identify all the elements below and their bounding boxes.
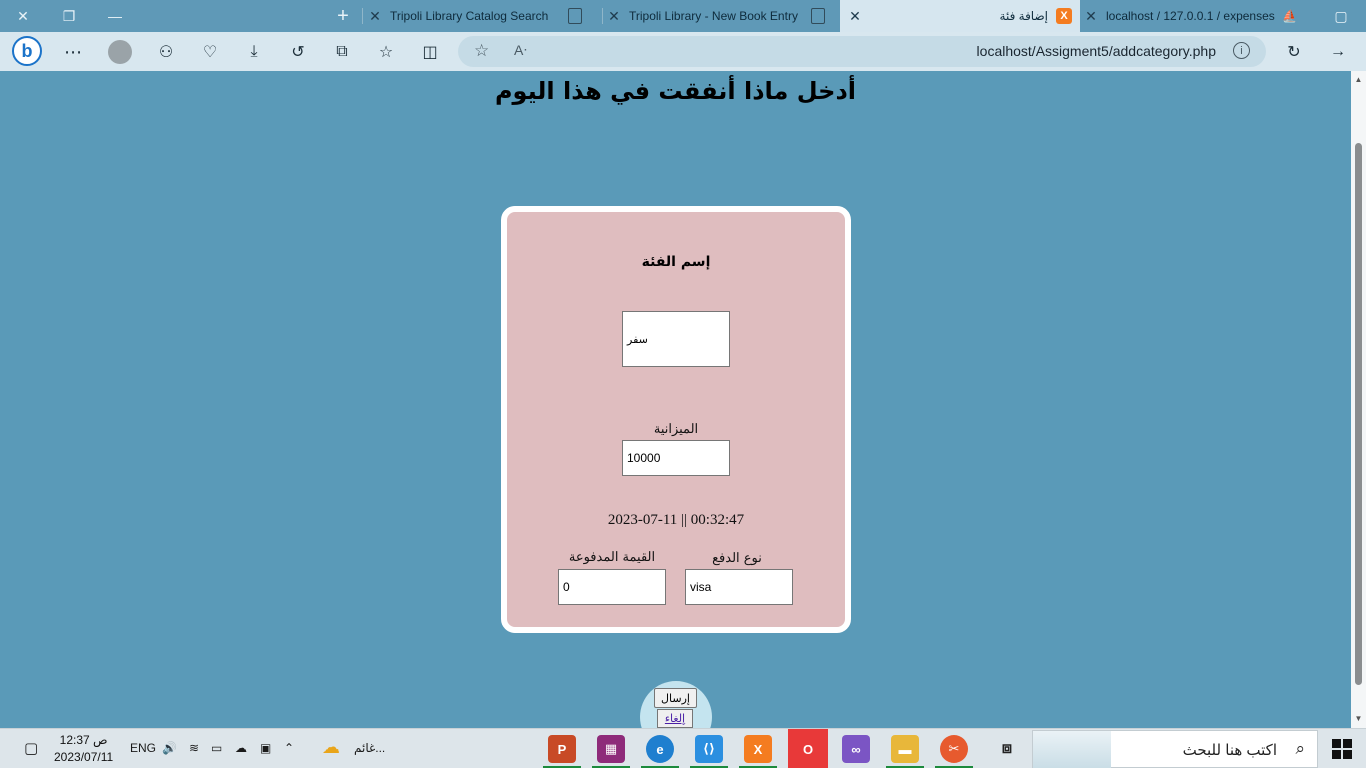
minimize-icon[interactable]: — (92, 0, 138, 32)
powerpoint-icon[interactable]: P (548, 735, 576, 763)
scroll-thumb[interactable] (1355, 143, 1362, 685)
submit-button[interactable]: إرسال (654, 688, 697, 708)
meet-now-icon[interactable]: ▣ (260, 741, 271, 755)
payment-type-input[interactable]: visa (685, 569, 793, 605)
tab-add-category[interactable]: ✕ إضافة فئة X (840, 0, 1080, 32)
payment-type-label: نوع الدفع (712, 551, 762, 566)
downloads-icon[interactable]: ⤓ (241, 39, 267, 65)
taskbar-search[interactable]: اكتب هنا للبحث ⌕ (1032, 730, 1318, 768)
wifi-icon[interactable]: ≋ (189, 741, 199, 755)
tab-phpmyadmin[interactable]: ✕ localhost / 127.0.0.1 / expenses ⛵ (1082, 0, 1312, 32)
restore-icon[interactable]: ❐ (46, 0, 92, 32)
start-windows-icon[interactable] (1332, 739, 1352, 759)
xampp-icon[interactable]: X (744, 735, 772, 763)
performance-icon[interactable]: ♡ (197, 39, 223, 65)
favorite-star-icon[interactable]: ☆ (474, 41, 489, 61)
split-screen-icon[interactable]: ◫ (417, 39, 443, 65)
notifications-icon[interactable]: ▢ (24, 739, 38, 757)
tab-catalog-search[interactable]: ✕ Tripoli Library Catalog Search (366, 0, 602, 32)
xampp-icon: X (1056, 8, 1072, 24)
address-bar[interactable]: ☆ Aᐧ localhost/Assigment5/addcategory.ph… (458, 36, 1266, 67)
page-icon (811, 8, 825, 24)
site-info-icon[interactable]: i (1233, 42, 1250, 59)
collections-icon[interactable]: ⧉ (329, 39, 355, 65)
page-content: أدخل ماذا أنفقت في هذا اليوم إسم الفئة س… (8, 71, 1343, 728)
opera-icon[interactable]: O (788, 729, 828, 768)
close-tab-icon[interactable]: ✕ (366, 8, 384, 25)
file-explorer-icon[interactable]: ▬ (891, 735, 919, 763)
history-icon[interactable]: ↺ (285, 39, 311, 65)
new-tab-icon[interactable]: + (320, 0, 366, 32)
battery-icon[interactable]: ▭ (211, 741, 222, 755)
close-tab-icon[interactable]: ✕ (1082, 8, 1100, 25)
paid-amount-label: القيمة المدفوعة (568, 550, 656, 565)
extensions-icon[interactable]: ⚇ (153, 39, 179, 65)
read-aloud-icon[interactable]: Aᐧ (514, 42, 527, 59)
edge-icon[interactable]: e (646, 735, 674, 763)
vscode-icon[interactable]: ⟨⟩ (695, 735, 723, 763)
close-window-icon[interactable]: ✕ (0, 0, 46, 32)
budget-input[interactable]: 10000 (622, 440, 730, 476)
tab-strip: ✕ ❐ — + ✕ Tripoli Library Catalog Search… (0, 0, 1366, 32)
task-view-icon[interactable]: ⧈ (993, 735, 1021, 763)
paid-amount-input[interactable]: 0 (558, 569, 666, 605)
taskbar: ▢ 12:37 ص 2023/07/11 ENG 🔊 ≋ ▭ ☁ ▣ ⌃ ☁ غ… (0, 728, 1366, 768)
vertical-scrollbar[interactable]: ▲ ▼ (1351, 71, 1366, 728)
snipping-tool-icon[interactable]: ✂ (940, 735, 968, 763)
weather-label[interactable]: غائم... (354, 741, 385, 755)
cancel-button[interactable]: إلغاء (657, 709, 693, 728)
visual-studio-icon[interactable]: ∞ (842, 735, 870, 763)
scroll-down-icon[interactable]: ▼ (1354, 714, 1363, 723)
search-icon: ⌕ (1295, 739, 1305, 758)
more-icon[interactable]: ⋯ (60, 39, 86, 65)
address-url[interactable]: localhost/Assigment5/addcategory.php (977, 43, 1216, 59)
forward-icon[interactable]: → (1325, 39, 1351, 65)
budget-label: الميزانية (653, 422, 699, 437)
phpmyadmin-icon: ⛵ (1282, 9, 1297, 23)
volume-icon[interactable]: 🔊 (162, 741, 177, 755)
weather-icon[interactable]: ☁ (322, 737, 340, 758)
expense-form: إسم الفئة سفر الميزانية 10000 2023-07-11… (501, 206, 851, 633)
refresh-icon[interactable]: ↻ (1281, 39, 1307, 65)
bing-icon[interactable]: b (12, 36, 42, 66)
show-hidden-icons[interactable]: ⌃ (284, 741, 294, 755)
close-tab-icon[interactable]: ✕ (846, 8, 864, 25)
page-icon (568, 8, 582, 24)
language-indicator[interactable]: ENG (130, 741, 156, 755)
clock[interactable]: 12:37 ص 2023/07/11 (54, 732, 113, 766)
profile-icon[interactable] (107, 39, 133, 65)
tab-new-book-entry[interactable]: ✕ Tripoli Library - New Book Entry (605, 0, 840, 32)
winrar-icon[interactable]: ▦ (597, 735, 625, 763)
datetime-display: 2023-07-11 || 00:32:47 (607, 512, 745, 528)
search-highlight-image (1033, 731, 1111, 768)
tab-actions-icon[interactable]: ▢ (1318, 0, 1364, 32)
onedrive-icon[interactable]: ☁ (235, 741, 247, 755)
scroll-up-icon[interactable]: ▲ (1354, 75, 1363, 84)
close-tab-icon[interactable]: ✕ (605, 8, 623, 25)
favorites-icon[interactable]: ☆ (373, 39, 399, 65)
category-input[interactable]: سفر (622, 311, 730, 367)
page-title: أدخل ماذا أنفقت في هذا اليوم (494, 77, 857, 105)
category-label: إسم الفئة (641, 254, 711, 270)
